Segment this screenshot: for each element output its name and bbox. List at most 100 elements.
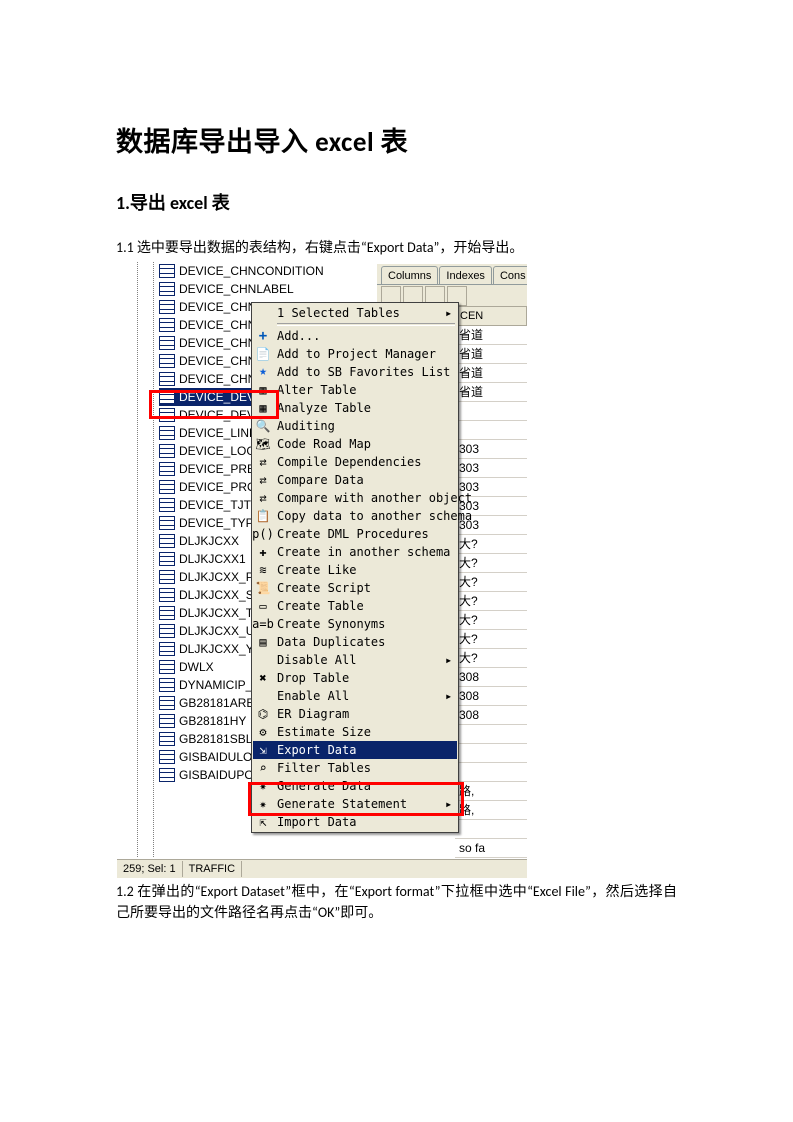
data-cell[interactable]: 路, bbox=[455, 782, 527, 801]
est-icon: ⚙ bbox=[253, 723, 273, 741]
menu-item-filter-tables[interactable]: ⌕Filter Tables bbox=[253, 759, 457, 777]
tab-indexes[interactable]: Indexes bbox=[439, 266, 492, 285]
data-col-header[interactable]: CEN bbox=[455, 306, 527, 326]
menu-item-create-synonyms[interactable]: a=bCreate Synonyms bbox=[253, 615, 457, 633]
data-cell[interactable]: so fa bbox=[455, 839, 527, 858]
dup-icon: ▤ bbox=[253, 633, 273, 651]
data-cell[interactable]: 308 bbox=[455, 706, 527, 725]
menu-item-label: Generate Statement bbox=[273, 795, 445, 813]
submenu-arrow-icon: ▸ bbox=[445, 795, 451, 813]
menu-item-estimate-size[interactable]: ⚙Estimate Size bbox=[253, 723, 457, 741]
menu-item-add-to-project-manager[interactable]: 📄Add to Project Manager bbox=[253, 345, 457, 363]
status-schema: TRAFFIC bbox=[183, 861, 242, 877]
imp-icon: ⇱ bbox=[253, 813, 273, 831]
tree-item-label: DLJKJCXX1 bbox=[179, 552, 246, 566]
menu-item-create-dml-procedures[interactable]: p()Create DML Procedures bbox=[253, 525, 457, 543]
data-cell[interactable]: 大? bbox=[455, 554, 527, 573]
tree-item-label: GB28181SBLI bbox=[179, 732, 256, 746]
tbl-icon: ▭ bbox=[253, 597, 273, 615]
menu-item-compare-with-another-object[interactable]: ⇄Compare with another object bbox=[253, 489, 457, 507]
menu-item-label: Generate Data bbox=[273, 777, 445, 795]
menu-item-data-duplicates[interactable]: ▤Data Duplicates bbox=[253, 633, 457, 651]
like-icon: ≋ bbox=[253, 561, 273, 579]
er-icon: ⌬ bbox=[253, 705, 273, 723]
menu-item-export-data[interactable]: ⇲Export Data bbox=[253, 741, 457, 759]
menu-item-add-to-sb-favorites-list[interactable]: ★Add to SB Favorites List bbox=[253, 363, 457, 381]
menu-item-label: Auditing bbox=[273, 417, 445, 435]
menu-item-enable-all[interactable]: Enable All▸ bbox=[253, 687, 457, 705]
table-icon bbox=[159, 552, 175, 566]
step-1-1-text: 1.1 选中要导出数据的表结构，右键点击“Export Data”，开始导出。 bbox=[116, 237, 677, 258]
scr-icon: 📜 bbox=[253, 579, 273, 597]
flt-icon: ⌕ bbox=[253, 759, 273, 777]
menu-item-label: Create DML Procedures bbox=[273, 525, 445, 543]
tree-item-label: GISBAIDULOC bbox=[179, 750, 261, 764]
data-cell[interactable] bbox=[455, 421, 527, 440]
data-cell[interactable] bbox=[455, 820, 527, 839]
menu-item-auditing[interactable]: 🔍Auditing bbox=[253, 417, 457, 435]
gen-icon: ✷ bbox=[253, 795, 273, 813]
data-cell[interactable] bbox=[455, 763, 527, 782]
data-cell[interactable]: 大? bbox=[455, 592, 527, 611]
menu-item-create-in-another-schema[interactable]: ✚Create in another schema bbox=[253, 543, 457, 561]
screenshot-area: DEVICE_CHNCONDITIONDEVICE_CHNLABEL DEVICE… bbox=[117, 262, 527, 878]
menu-item-import-data[interactable]: ⇱Import Data bbox=[253, 813, 457, 831]
context-menu[interactable]: 1 Selected Tables ▸ +Add...📄Add to Proje… bbox=[251, 302, 459, 833]
data-cell[interactable]: 大? bbox=[455, 611, 527, 630]
menu-item-label: Filter Tables bbox=[273, 759, 445, 777]
menu-item-generate-data[interactable]: ✷Generate Data bbox=[253, 777, 457, 795]
data-cell[interactable]: 省道 bbox=[455, 326, 527, 345]
grid-icon: ▦ bbox=[253, 381, 273, 399]
data-cell[interactable]: 大? bbox=[455, 535, 527, 554]
data-cell[interactable] bbox=[455, 744, 527, 763]
data-cell[interactable]: 省道 bbox=[455, 383, 527, 402]
data-cell[interactable]: 大? bbox=[455, 630, 527, 649]
menu-item-alter-table[interactable]: ▦Alter Table bbox=[253, 381, 457, 399]
data-cell[interactable]: 大? bbox=[455, 649, 527, 668]
menu-item-er-diagram[interactable]: ⌬ER Diagram bbox=[253, 705, 457, 723]
menu-item-drop-table[interactable]: ✖Drop Table bbox=[253, 669, 457, 687]
menu-item-analyze-table[interactable]: ▦Analyze Table bbox=[253, 399, 457, 417]
table-icon bbox=[159, 660, 175, 674]
menu-item-label: Data Duplicates bbox=[273, 633, 445, 651]
data-cell[interactable] bbox=[455, 725, 527, 744]
data-cell[interactable]: 省道 bbox=[455, 345, 527, 364]
data-cell[interactable] bbox=[455, 402, 527, 421]
section-heading-1: 1.导出 excel 表 bbox=[116, 189, 677, 215]
table-icon bbox=[159, 390, 175, 404]
menu-item-code-road-map[interactable]: 🗺Code Road Map bbox=[253, 435, 457, 453]
menu-item-compile-dependencies[interactable]: ⇄Compile Dependencies bbox=[253, 453, 457, 471]
tab-cons[interactable]: Cons bbox=[493, 266, 527, 285]
menu-item-label: Compare Data bbox=[273, 471, 445, 489]
data-cell[interactable]: 省道 bbox=[455, 364, 527, 383]
tree-item[interactable]: DEVICE_CHNCONDITION bbox=[117, 262, 377, 280]
table-icon bbox=[159, 444, 175, 458]
menu-item-disable-all[interactable]: Disable All▸ bbox=[253, 651, 457, 669]
data-cell[interactable]: 路, bbox=[455, 801, 527, 820]
menu-item-generate-statement[interactable]: ✷Generate Statement▸ bbox=[253, 795, 457, 813]
table-icon bbox=[159, 462, 175, 476]
tree-item-label: GISBAIDUPOI bbox=[179, 768, 257, 782]
menu-item-label: Create Like bbox=[273, 561, 445, 579]
tab-columns[interactable]: Columns bbox=[381, 266, 438, 285]
menu-item-create-table[interactable]: ▭Create Table bbox=[253, 597, 457, 615]
data-cell[interactable]: 大? bbox=[455, 573, 527, 592]
data-cell[interactable]: 303 bbox=[455, 440, 527, 459]
menu-item-label: Analyze Table bbox=[273, 399, 445, 417]
tree-item[interactable]: DEVICE_CHNLABEL bbox=[117, 280, 377, 298]
data-cell[interactable]: 308 bbox=[455, 687, 527, 706]
status-bar: 259; Sel: 1 TRAFFIC bbox=[117, 859, 527, 878]
menu-item-compare-data[interactable]: ⇄Compare Data bbox=[253, 471, 457, 489]
table-icon bbox=[159, 678, 175, 692]
data-cell[interactable]: 308 bbox=[455, 668, 527, 687]
menu-item-copy-data-to-another-schema[interactable]: 📋Copy data to another schema bbox=[253, 507, 457, 525]
data-cell[interactable]: 303 bbox=[455, 459, 527, 478]
menu-item-add[interactable]: +Add... bbox=[253, 327, 457, 345]
tree-item[interactable]: DEVICE_DEV bbox=[159, 388, 261, 406]
menu-item-create-like[interactable]: ≋Create Like bbox=[253, 561, 457, 579]
table-icon bbox=[159, 426, 175, 440]
menu-item-label: Compile Dependencies bbox=[273, 453, 445, 471]
table-icon bbox=[159, 372, 175, 386]
menu-item-create-script[interactable]: 📜Create Script bbox=[253, 579, 457, 597]
copy-icon: 📋 bbox=[253, 507, 273, 525]
